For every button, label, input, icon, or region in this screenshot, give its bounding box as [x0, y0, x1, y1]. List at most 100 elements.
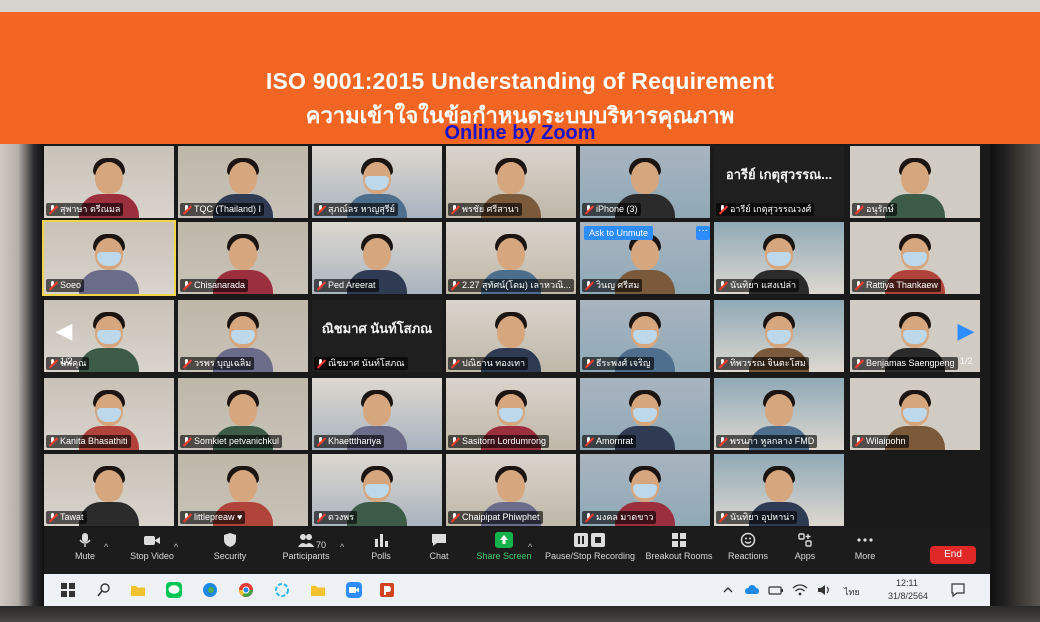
participant-video-tile[interactable]: Sasitorn Lordumrong — [446, 378, 576, 450]
stop-video-button[interactable]: Stop Video — [124, 532, 180, 572]
participant-video-tile[interactable]: ธีระพงศ์ เจริญ — [580, 300, 710, 372]
participant-video-tile[interactable]: ปณิธาน ทองเทา — [446, 300, 576, 372]
end-meeting-button[interactable]: End — [930, 546, 976, 564]
volume-icon[interactable] — [816, 582, 832, 598]
cloud-sync-icon[interactable] — [744, 582, 760, 598]
wifi-icon[interactable] — [792, 582, 808, 598]
participant-video-tile[interactable]: ณิชมาศ นันท์โสภณ ณิชมาศ นันท์โสภณ — [312, 300, 442, 372]
zoom-gallery-view: สุพาษา ตรีณมล TQC (Thailand) I สุภณ์ลร หาญ… — [42, 146, 990, 528]
muted-microphone-icon — [584, 359, 593, 368]
edge-browser-icon[interactable] — [202, 582, 218, 598]
muted-microphone-icon — [718, 281, 727, 290]
participant-video-tile[interactable]: littlepreaw ♥ — [178, 454, 308, 526]
participant-name-label: พรนภา หูลกลาง FMD — [716, 435, 818, 448]
polls-button[interactable]: Polls — [366, 532, 396, 572]
participant-video-tile[interactable]: 2.27 สุทัศน์(โดม) เลาหวณิ... — [446, 222, 576, 294]
muted-microphone-icon — [854, 205, 863, 214]
search-icon[interactable] — [96, 582, 112, 598]
participant-video-tile[interactable]: สุภณ์ลร หาญสุรีย์ — [312, 146, 442, 218]
folder-icon[interactable] — [310, 582, 326, 598]
notification-center-icon[interactable] — [950, 582, 966, 598]
participant-video-tile[interactable]: Amornrat — [580, 378, 710, 450]
participants-button[interactable]: Participants — [280, 532, 332, 572]
muted-microphone-icon — [182, 359, 191, 368]
mute-options-caret[interactable]: ^ — [104, 542, 108, 552]
chat-button[interactable]: Chat — [424, 532, 454, 572]
participant-video-tile[interactable]: Kanita Bhasathiti — [44, 378, 174, 450]
participant-name: สุภณ์ลร หาญสุรีย์ — [328, 204, 395, 214]
participant-video-tile[interactable]: มงคล มาดขาว — [580, 454, 710, 526]
muted-microphone-icon — [450, 281, 459, 290]
line-app-icon[interactable] — [166, 582, 182, 598]
chrome-browser-icon[interactable] — [238, 582, 254, 598]
share-screen-button[interactable]: Share Screen — [474, 532, 534, 572]
participant-video-tile[interactable]: ดวงพร — [312, 454, 442, 526]
battery-icon[interactable] — [768, 582, 784, 598]
clock-date[interactable]: 31/8/2564 — [888, 591, 928, 601]
participant-more-button[interactable]: ··· — [696, 226, 710, 240]
participant-name: TQC (Thailand) I — [194, 204, 262, 214]
participant-video-tile[interactable]: สุพาษา ตรีณมล — [44, 146, 174, 218]
participant-video-tile[interactable]: Chisanarada — [178, 222, 308, 294]
participant-name-label: Kanita Bhasathiti — [46, 435, 131, 448]
participant-name-label: นันทิยา แสงเปล่า — [716, 279, 800, 292]
participant-video-tile[interactable]: อนุรักษ์ — [850, 146, 980, 218]
participant-name-label: ทิพวรรณ จินตะโสม — [716, 357, 809, 370]
muted-microphone-icon — [718, 359, 727, 368]
participant-video-tile[interactable]: iPhone (3) — [580, 146, 710, 218]
participant-video-tile[interactable]: Chaipipat Phiwphet — [446, 454, 576, 526]
participants-label: Participants — [282, 551, 330, 561]
participant-name: อนุรักษ์ — [866, 204, 894, 214]
participant-video-tile[interactable]: นันทิยา แสงเปล่า — [714, 222, 844, 294]
participant-video-tile[interactable]: Wilaipohn — [850, 378, 980, 450]
participant-video-tile[interactable]: TQC (Thailand) I — [178, 146, 308, 218]
input-language-indicator[interactable]: ไทย — [844, 585, 860, 599]
participant-name-label: Khaettthariya — [314, 435, 385, 448]
mute-button[interactable]: Mute — [70, 532, 100, 572]
participant-name: สุพาษา ตรีณมล — [60, 204, 121, 214]
video-options-caret[interactable]: ^ — [174, 542, 178, 552]
participant-name: Somkiet petvanichkul — [194, 436, 280, 446]
windows-start-icon[interactable] — [60, 582, 76, 598]
muted-microphone-icon — [316, 205, 325, 214]
clock-time[interactable]: 12:11 — [896, 578, 918, 588]
pinwheel-app-icon[interactable] — [274, 582, 290, 598]
participant-name: Ped Areerat — [328, 280, 376, 290]
windows-taskbar: ไทย 12:11 31/8/2564 — [44, 574, 990, 606]
participant-name: นันทิยา แสงเปล่า — [730, 280, 797, 290]
participants-options-caret[interactable]: ^ — [340, 542, 344, 552]
reactions-button[interactable]: Reactions — [726, 532, 770, 572]
share-screen-icon — [495, 532, 513, 548]
security-button[interactable]: Security — [208, 532, 252, 572]
participant-video-tile[interactable]: ทิพวรรณ จินตะโสม — [714, 300, 844, 372]
participant-video-tile[interactable]: อารีย์ เกตุสุวรรณ... อารีย์ เกตุสุวรรณวงศ… — [714, 146, 844, 218]
participant-video-tile[interactable]: Ped Areerat — [312, 222, 442, 294]
participant-name: 2.27 สุทัศน์(โดม) เลาหวณิ... — [462, 280, 571, 290]
breakout-rooms-button[interactable]: Breakout Rooms — [644, 532, 714, 572]
participant-name-label: Wilaipohn — [852, 435, 909, 448]
participant-name-label: Chisanarada — [180, 279, 249, 292]
participant-video-tile[interactable]: พรชัย ศรีสานา — [446, 146, 576, 218]
participant-video-tile[interactable]: Soeo — [42, 220, 176, 296]
participant-name-label: อนุรักษ์ — [852, 203, 897, 216]
participant-video-tile[interactable]: วรพร บุญเฉลิม — [178, 300, 308, 372]
pause-stop-recording-button[interactable]: Pause/Stop Recording — [542, 532, 638, 572]
show-hidden-icons-chevron[interactable] — [720, 582, 736, 598]
participant-video-tile[interactable]: Khaettthariya — [312, 378, 442, 450]
apps-button[interactable]: Apps — [790, 532, 820, 572]
participant-name: Khaettthariya — [328, 436, 382, 446]
participant-video-tile[interactable]: Tawat — [44, 454, 174, 526]
zoom-app-icon[interactable] — [346, 582, 362, 598]
muted-microphone-icon — [584, 437, 593, 446]
participant-display-name: ณิชมาศ นันท์โสภณ — [321, 321, 433, 336]
share-options-caret[interactable]: ^ — [528, 542, 532, 552]
participant-video-tile[interactable]: Rattiya Thankaew — [850, 222, 980, 294]
participant-video-tile[interactable]: นันทิยา อุปหาน่า — [714, 454, 844, 526]
shield-icon — [221, 532, 239, 548]
participant-video-tile[interactable]: พรนภา หูลกลาง FMD — [714, 378, 844, 450]
more-button[interactable]: More — [850, 532, 880, 572]
ask-to-unmute-button[interactable]: Ask to Unmute — [584, 226, 654, 240]
powerpoint-icon[interactable] — [380, 582, 396, 598]
file-explorer-icon[interactable] — [130, 582, 146, 598]
participant-video-tile[interactable]: Somkiet petvanichkul — [178, 378, 308, 450]
